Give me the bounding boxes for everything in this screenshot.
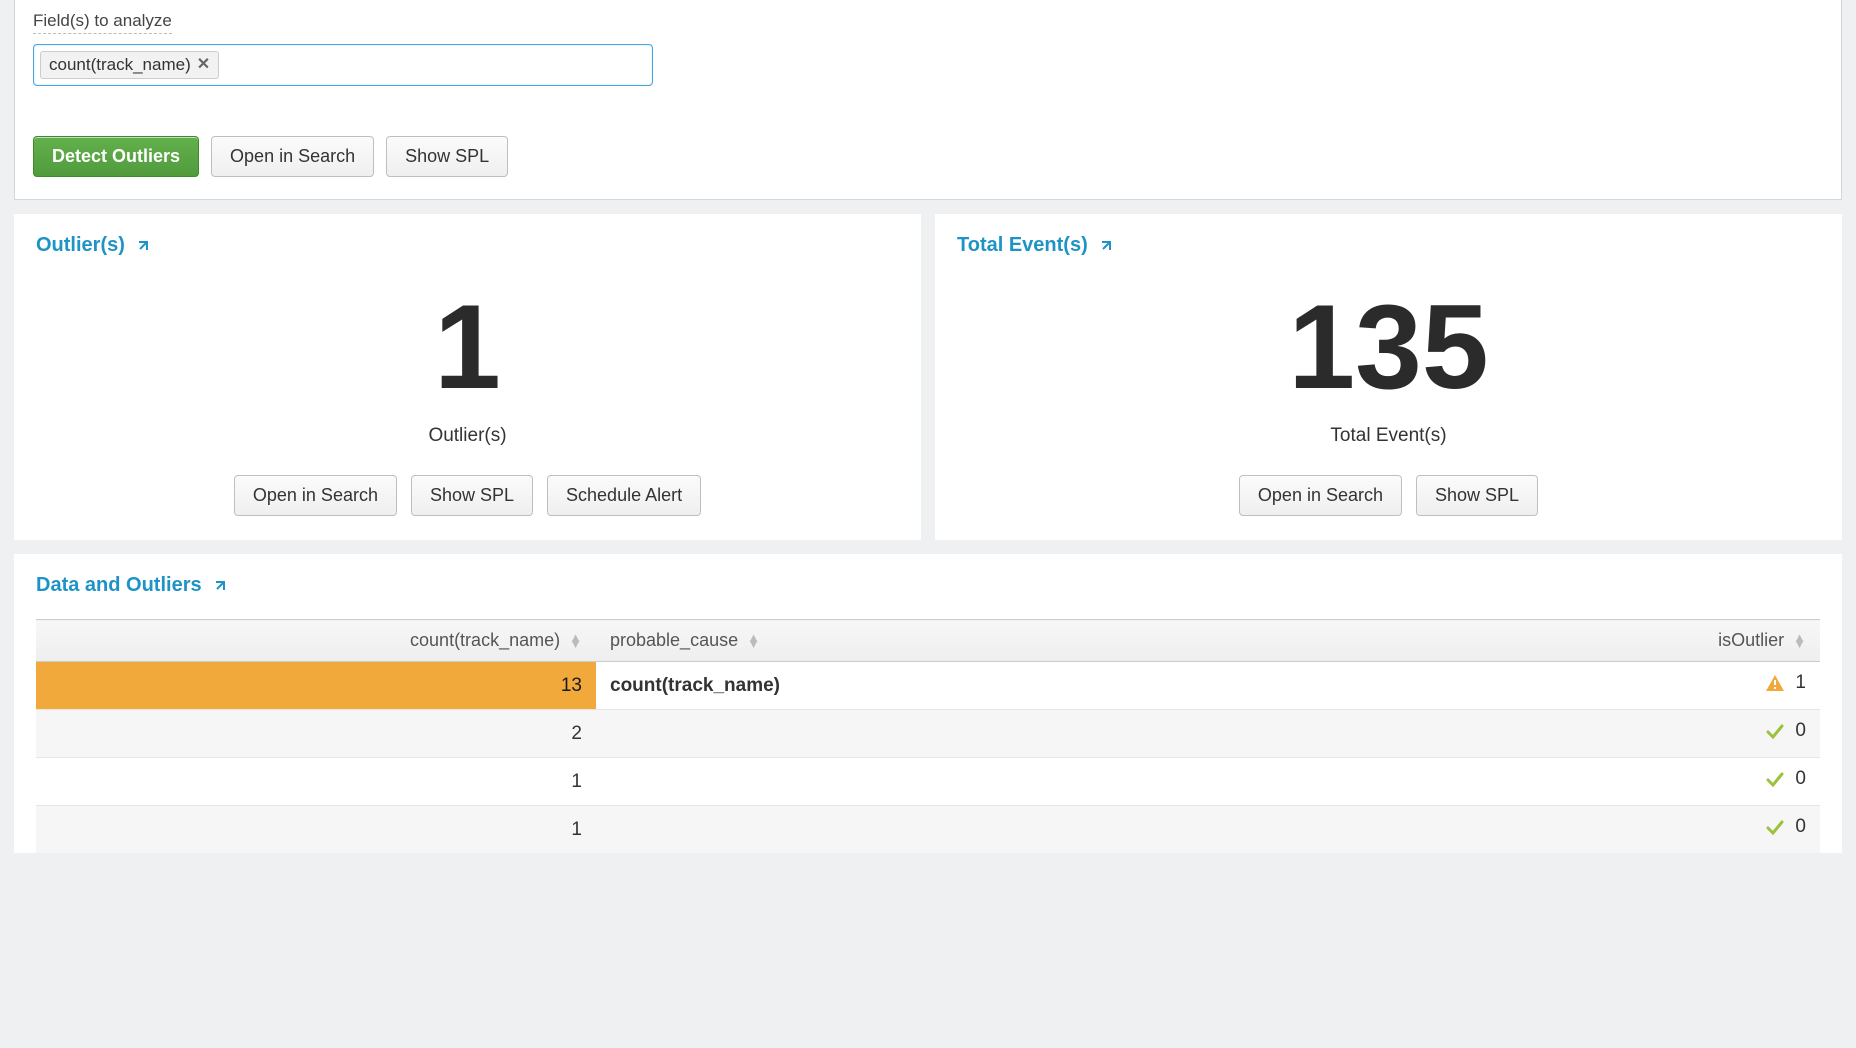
outliers-panel: Outlier(s) 1 Outlier(s) Open in Search S… (14, 214, 921, 540)
col-header-outlier[interactable]: isOutlier ▲▼ (1490, 620, 1820, 662)
cell-cause (596, 710, 1490, 758)
external-link-icon (1098, 238, 1114, 254)
cell-outlier: 0 (1490, 710, 1820, 758)
data-and-outliers-panel: Data and Outliers count(track_name) ▲▼ p… (14, 554, 1842, 853)
outliers-count: 1 (36, 287, 899, 407)
outlier-value: 1 (1795, 672, 1806, 694)
col-header-cause[interactable]: probable_cause ▲▼ (596, 620, 1490, 662)
events-open-in-search-button[interactable]: Open in Search (1239, 475, 1402, 516)
fields-token-input[interactable]: count(track_name) ✕ (33, 44, 653, 86)
cell-outlier: 0 (1490, 758, 1820, 806)
summary-panels: Outlier(s) 1 Outlier(s) Open in Search S… (0, 214, 1856, 540)
table-row[interactable]: 10 (36, 758, 1820, 806)
col-header-cause-label: probable_cause (610, 630, 738, 650)
external-link-icon (135, 238, 151, 254)
check-icon (1765, 817, 1785, 837)
cell-cause (596, 758, 1490, 806)
detect-outliers-button[interactable]: Detect Outliers (33, 136, 199, 177)
cell-cause (596, 806, 1490, 854)
table-row[interactable]: 20 (36, 710, 1820, 758)
sort-icon: ▲▼ (747, 635, 760, 647)
outliers-panel-actions: Open in Search Show SPL Schedule Alert (36, 475, 899, 516)
outliers-open-in-search-button[interactable]: Open in Search (234, 475, 397, 516)
col-header-count-label: count(track_name) (410, 630, 560, 650)
analyze-form: Field(s) to analyze count(track_name) ✕ … (14, 0, 1842, 200)
external-link-icon (212, 578, 228, 594)
outliers-count-label: Outlier(s) (36, 425, 899, 447)
cell-cause: count(track_name) (596, 662, 1490, 710)
outliers-table: count(track_name) ▲▼ probable_cause ▲▼ i… (36, 619, 1820, 853)
outlier-value: 0 (1795, 720, 1806, 742)
data-and-outliers-title-text: Data and Outliers (36, 574, 202, 597)
form-actions: Detect Outliers Open in Search Show SPL (33, 136, 1823, 177)
cell-outlier: 0 (1490, 806, 1820, 854)
cell-count: 2 (36, 710, 596, 758)
warning-icon (1765, 673, 1785, 693)
outliers-show-spl-button[interactable]: Show SPL (411, 475, 533, 516)
fields-to-analyze-label: Field(s) to analyze (33, 11, 172, 34)
field-token-label: count(track_name) (49, 55, 191, 75)
check-icon (1765, 721, 1785, 741)
sort-icon: ▲▼ (1793, 635, 1806, 647)
check-icon (1765, 769, 1785, 789)
outliers-title-text: Outlier(s) (36, 234, 125, 257)
outlier-value: 0 (1795, 768, 1806, 790)
events-panel-title[interactable]: Total Event(s) (957, 234, 1114, 257)
events-show-spl-button[interactable]: Show SPL (1416, 475, 1538, 516)
cell-count: 1 (36, 806, 596, 854)
data-and-outliers-title[interactable]: Data and Outliers (36, 574, 228, 597)
remove-token-icon[interactable]: ✕ (197, 57, 210, 73)
show-spl-button[interactable]: Show SPL (386, 136, 508, 177)
events-title-text: Total Event(s) (957, 234, 1088, 257)
outliers-panel-title[interactable]: Outlier(s) (36, 234, 151, 257)
outlier-value: 0 (1795, 816, 1806, 838)
events-count: 135 (957, 287, 1820, 407)
field-token[interactable]: count(track_name) ✕ (40, 51, 219, 79)
cell-count: 1 (36, 758, 596, 806)
col-header-count[interactable]: count(track_name) ▲▼ (36, 620, 596, 662)
table-row[interactable]: 13count(track_name) 1 (36, 662, 1820, 710)
schedule-alert-button[interactable]: Schedule Alert (547, 475, 701, 516)
sort-icon: ▲▼ (569, 635, 582, 647)
open-in-search-button[interactable]: Open in Search (211, 136, 374, 177)
events-panel: Total Event(s) 135 Total Event(s) Open i… (935, 214, 1842, 540)
cell-count: 13 (36, 662, 596, 710)
table-row[interactable]: 10 (36, 806, 1820, 854)
events-panel-actions: Open in Search Show SPL (957, 475, 1820, 516)
events-count-label: Total Event(s) (957, 425, 1820, 447)
col-header-outlier-label: isOutlier (1718, 630, 1784, 650)
cell-outlier: 1 (1490, 662, 1820, 710)
